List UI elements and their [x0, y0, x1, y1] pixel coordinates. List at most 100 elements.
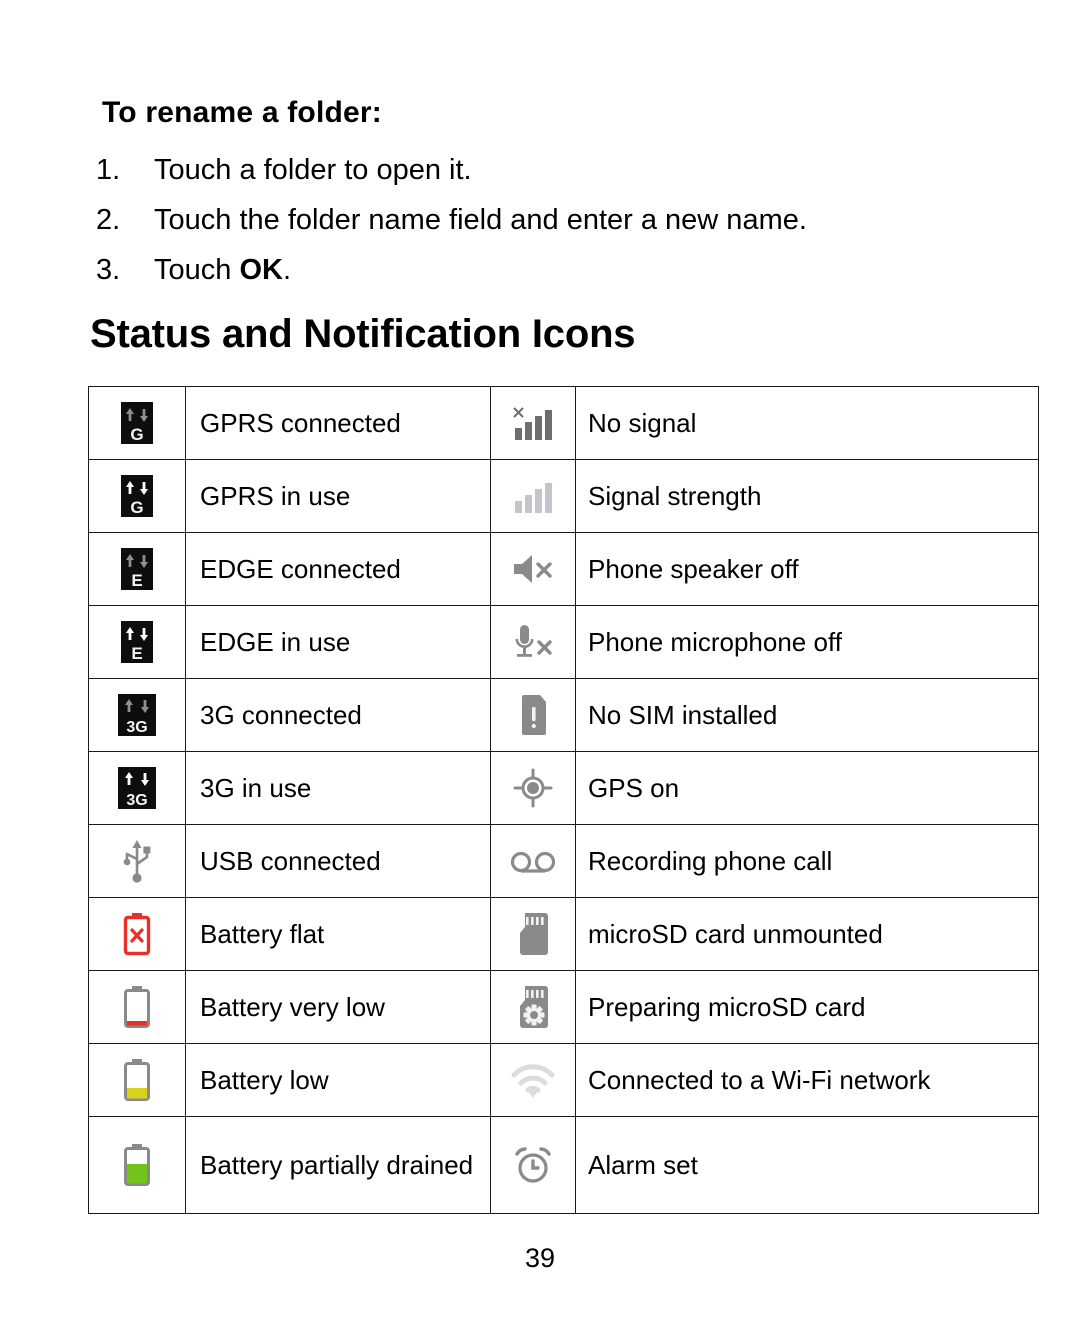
step-text: Touch OK. [154, 245, 291, 295]
alarm-clock-icon [511, 1142, 555, 1188]
svg-text:3G: 3G [126, 719, 147, 736]
step-number: 1. [96, 154, 121, 186]
icon-label: GPRS connected [185, 386, 491, 460]
icon-label: Recording phone call [575, 824, 1039, 898]
table-row: USB connected Recording phone call [88, 824, 1039, 898]
table-row: Battery partially drained Alarm set [88, 1116, 1039, 1214]
icon-cell [88, 970, 186, 1044]
page-title: Status and Notification Icons [90, 312, 636, 356]
icon-label: Battery partially drained [185, 1116, 491, 1214]
step-text-tail: . [282, 254, 292, 286]
icon-label: Battery very low [185, 970, 491, 1044]
icon-label: Phone speaker off [575, 532, 1039, 606]
step-text: Touch the folder name field and enter a … [154, 204, 807, 236]
icon-cell [88, 824, 186, 898]
icon-cell [490, 1116, 576, 1214]
icon-label: GPRS in use [185, 459, 491, 533]
table-row: Battery very low Preparing microSD card [88, 970, 1039, 1044]
no-signal-icon [510, 402, 556, 444]
table-row: Battery flat microSD card unmounted [88, 897, 1039, 971]
gprs-in-use-icon: G [120, 474, 154, 518]
icon-label: microSD card unmounted [575, 897, 1039, 971]
icon-label: Phone microphone off [575, 605, 1039, 679]
table-row: Battery low Connected to a Wi-Fi network [88, 1043, 1039, 1117]
icon-label: GPS on [575, 751, 1039, 825]
table-row: G GPRS connected No signal [88, 386, 1039, 460]
icon-label: EDGE in use [185, 605, 491, 679]
list-item: 1. Touch a folder to open it. [96, 145, 976, 195]
icon-cell [490, 824, 576, 898]
gps-on-icon [511, 766, 555, 810]
svg-text:G: G [130, 498, 143, 517]
icon-cell [490, 459, 576, 533]
icon-cell [490, 605, 576, 679]
battery-low-icon [121, 1057, 153, 1103]
icon-label: No SIM installed [575, 678, 1039, 752]
speaker-off-icon [509, 549, 557, 589]
microsd-card-icon [514, 911, 552, 957]
icon-cell [490, 897, 576, 971]
usb-icon [119, 837, 155, 885]
battery-flat-icon [121, 911, 153, 957]
table-row: G GPRS in use Signal strength [88, 459, 1039, 533]
list-item: 2. Touch the folder name field and enter… [96, 195, 976, 245]
icon-label: Connected to a Wi-Fi network [575, 1043, 1039, 1117]
signal-strength-icon [510, 475, 556, 517]
icon-cell [88, 897, 186, 971]
svg-text:E: E [131, 644, 142, 663]
step-number: 2. [96, 204, 121, 236]
gprs-connected-icon: G [120, 401, 154, 445]
table-row: E EDGE connected Phone speaker off [88, 532, 1039, 606]
page-number: 39 [524, 1243, 556, 1273]
icon-label: Signal strength [575, 459, 1039, 533]
no-sim-icon [516, 693, 550, 737]
icon-cell: G [88, 386, 186, 460]
icon-cell: 3G [88, 678, 186, 752]
icon-label: 3G connected [185, 678, 491, 752]
icon-label: USB connected [185, 824, 491, 898]
icon-label: 3G in use [185, 751, 491, 825]
procedure-heading: To rename a folder: [102, 96, 382, 129]
icon-cell [490, 1043, 576, 1117]
wifi-icon [507, 1060, 559, 1100]
icon-cell [88, 1043, 186, 1117]
icon-cell [490, 386, 576, 460]
step-text-emphasis: OK [239, 254, 283, 286]
step-text: Touch a folder to open it. [154, 154, 472, 186]
icon-cell [490, 751, 576, 825]
icon-label: No signal [575, 386, 1039, 460]
battery-partial-icon [121, 1142, 153, 1188]
icon-cell [490, 970, 576, 1044]
icon-label: Preparing microSD card [575, 970, 1039, 1044]
table-row: 3G 3G connected No SIM installed [88, 678, 1039, 752]
icon-label: Alarm set [575, 1116, 1039, 1214]
step-text-lead: Touch [154, 254, 240, 286]
icon-cell [490, 678, 576, 752]
svg-text:G: G [130, 425, 143, 444]
icon-label: Battery low [185, 1043, 491, 1117]
3g-in-use-icon: 3G [117, 766, 157, 810]
status-icon-table: G GPRS connected No signal G GPRS in use… [88, 386, 1039, 1214]
table-row: E EDGE in use Phone microphone off [88, 605, 1039, 679]
edge-connected-icon: E [120, 547, 154, 591]
icon-label: Battery flat [185, 897, 491, 971]
icon-cell: 3G [88, 751, 186, 825]
list-item: 3. Touch OK. [96, 245, 976, 295]
table-row: 3G 3G in use GPS on [88, 751, 1039, 825]
microsd-preparing-icon [514, 984, 552, 1030]
icon-cell [88, 1116, 186, 1214]
edge-in-use-icon: E [120, 620, 154, 664]
icon-label: EDGE connected [185, 532, 491, 606]
icon-cell [490, 532, 576, 606]
icon-cell: G [88, 459, 186, 533]
call-recording-icon [507, 847, 559, 877]
icon-cell: E [88, 532, 186, 606]
battery-very-low-icon [121, 984, 153, 1030]
svg-text:3G: 3G [126, 792, 147, 809]
document-page: To rename a folder: 1. Touch a folder to… [0, 0, 1080, 1320]
microphone-off-icon [509, 620, 557, 664]
svg-text:E: E [131, 571, 142, 590]
icon-cell: E [88, 605, 186, 679]
procedure-step-list: 1. Touch a folder to open it. 2. Touch t… [96, 145, 976, 295]
step-number: 3. [96, 254, 121, 286]
